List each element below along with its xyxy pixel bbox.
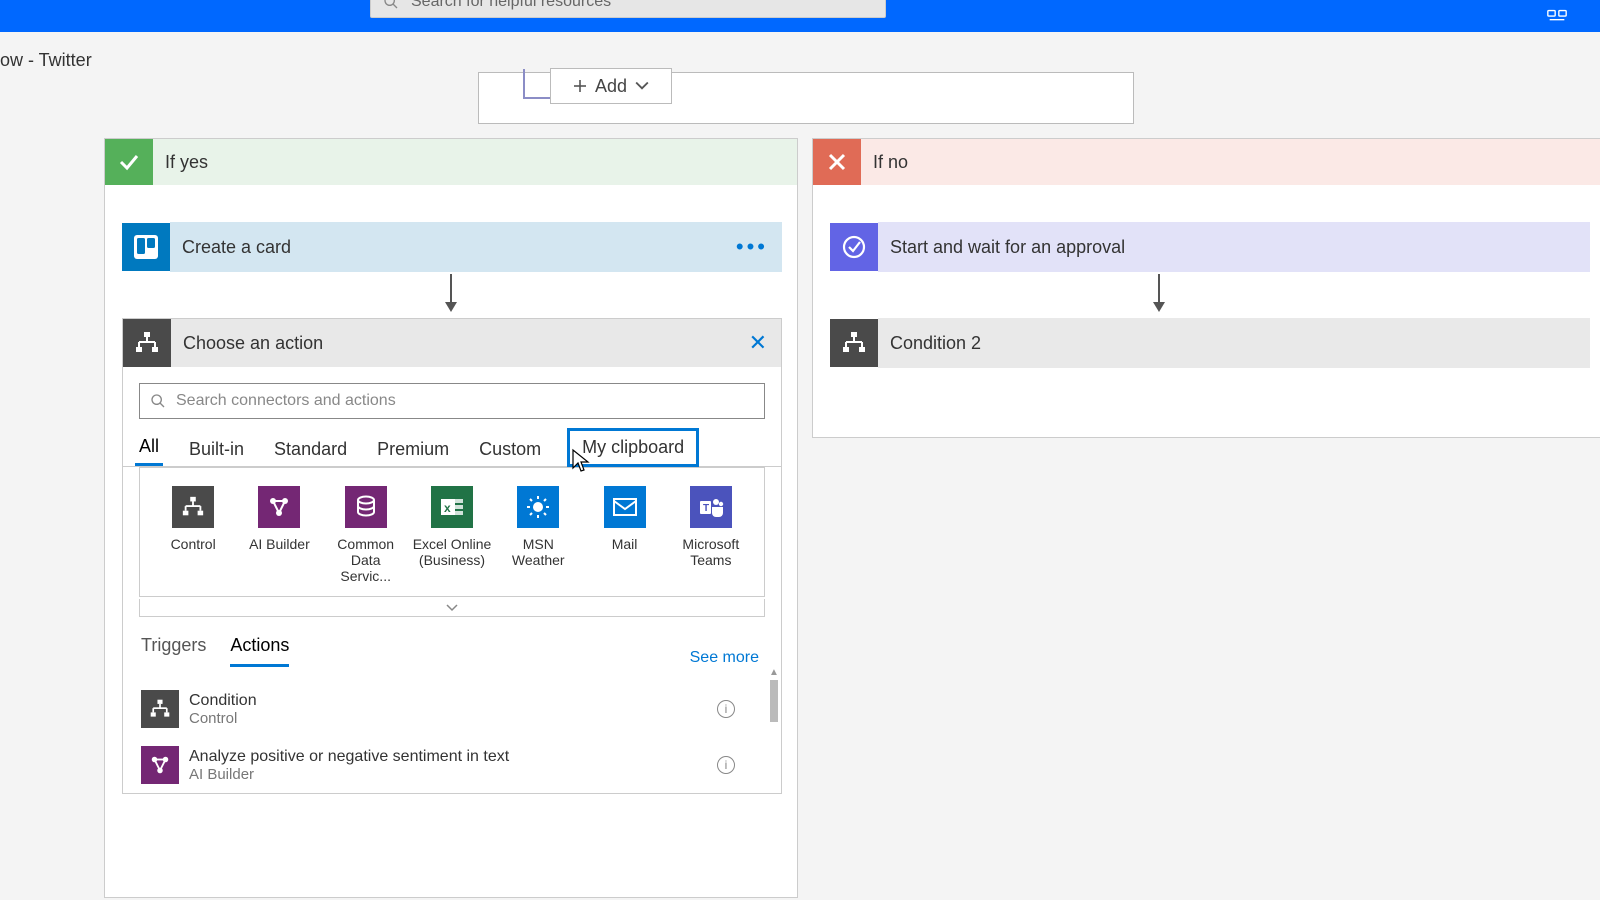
if-no-title: If no bbox=[873, 152, 908, 173]
breadcrumb: ow - Twitter bbox=[0, 50, 92, 71]
card-menu-button[interactable]: ••• bbox=[736, 234, 768, 260]
action-title: Condition bbox=[189, 692, 257, 710]
action-item-sentiment[interactable]: Analyze positive or negative sentiment i… bbox=[141, 737, 763, 793]
svg-text:T: T bbox=[703, 503, 709, 514]
create-card-label: Create a card bbox=[182, 237, 291, 258]
condition2-action[interactable]: Condition 2 bbox=[830, 318, 1590, 368]
expand-connectors-button[interactable] bbox=[139, 599, 765, 617]
choose-action-panel: Choose an action ✕ Search connectors and… bbox=[122, 318, 782, 794]
approval-icon bbox=[830, 223, 878, 271]
search-icon bbox=[150, 393, 166, 409]
scroll-up-icon[interactable]: ▲ bbox=[767, 667, 781, 678]
connector-control[interactable]: Control bbox=[152, 486, 234, 584]
global-search[interactable]: Search for helpful resources bbox=[370, 0, 886, 18]
tab-custom[interactable]: Custom bbox=[475, 433, 545, 466]
flow-arrow-icon bbox=[1158, 274, 1160, 310]
weather-icon bbox=[517, 486, 559, 528]
action-subtitle: AI Builder bbox=[189, 766, 509, 783]
connector-teams[interactable]: T Microsoft Teams bbox=[670, 486, 752, 584]
action-search-placeholder: Search connectors and actions bbox=[176, 392, 396, 410]
check-icon bbox=[105, 139, 153, 185]
create-card-action[interactable]: Create a card ••• bbox=[122, 222, 782, 272]
trello-icon bbox=[122, 223, 170, 271]
choose-action-header: Choose an action ✕ bbox=[123, 319, 781, 367]
ai-builder-icon bbox=[141, 746, 179, 784]
action-subtitle: Control bbox=[189, 710, 257, 727]
tab-actions[interactable]: Actions bbox=[230, 635, 289, 667]
tab-premium[interactable]: Premium bbox=[373, 433, 453, 466]
chevron-down-icon bbox=[446, 604, 458, 612]
connector-mail[interactable]: Mail bbox=[584, 486, 666, 584]
search-icon bbox=[383, 0, 399, 10]
connector-label: Excel Online (Business) bbox=[411, 536, 493, 568]
tab-all[interactable]: All bbox=[135, 430, 163, 466]
chevron-down-icon bbox=[635, 79, 649, 93]
action-search-input[interactable]: Search connectors and actions bbox=[139, 383, 765, 419]
approval-action[interactable]: Start and wait for an approval bbox=[830, 222, 1590, 272]
connector-tabs: All Built-in Standard Premium Custom My … bbox=[123, 419, 781, 467]
connector-excel[interactable]: x Excel Online (Business) bbox=[411, 486, 493, 584]
flow-arrow-icon bbox=[450, 274, 452, 310]
triggers-actions-tabs: Triggers Actions bbox=[141, 635, 289, 667]
info-icon[interactable]: i bbox=[717, 756, 735, 774]
ai-builder-icon bbox=[258, 486, 300, 528]
close-icon[interactable]: ✕ bbox=[749, 330, 767, 356]
if-no-branch: If no bbox=[812, 138, 1600, 438]
connector-label: AI Builder bbox=[249, 536, 310, 552]
if-yes-header: If yes bbox=[105, 139, 797, 185]
if-yes-title: If yes bbox=[165, 152, 208, 173]
approval-label: Start and wait for an approval bbox=[890, 237, 1125, 258]
mail-icon bbox=[604, 486, 646, 528]
control-icon bbox=[830, 319, 878, 367]
add-button-label: Add bbox=[595, 76, 627, 97]
connector-label: Microsoft Teams bbox=[670, 536, 752, 568]
x-icon bbox=[813, 139, 861, 185]
tab-standard[interactable]: Standard bbox=[270, 433, 351, 466]
branch-connector-icon bbox=[523, 69, 553, 99]
connector-label: Common Data Servic... bbox=[325, 536, 407, 584]
action-item-condition[interactable]: Condition Control i bbox=[141, 681, 763, 737]
control-icon bbox=[172, 486, 214, 528]
connector-label: MSN Weather bbox=[497, 536, 579, 568]
control-icon bbox=[123, 319, 171, 367]
teams-icon: T bbox=[690, 486, 732, 528]
tab-builtin[interactable]: Built-in bbox=[185, 433, 248, 466]
connector-grid: Control AI Builder Common Data Servic...… bbox=[139, 467, 765, 597]
database-icon bbox=[345, 486, 387, 528]
header-icon[interactable] bbox=[1546, 6, 1568, 26]
connector-label: Mail bbox=[612, 536, 638, 552]
action-list: ▲ Condition Control i Analyze positive o… bbox=[123, 667, 781, 793]
action-title: Analyze positive or negative sentiment i… bbox=[189, 748, 509, 766]
choose-action-title: Choose an action bbox=[183, 333, 323, 354]
connector-ai-builder[interactable]: AI Builder bbox=[238, 486, 320, 584]
control-icon bbox=[141, 690, 179, 728]
scroll-thumb[interactable] bbox=[770, 680, 778, 722]
plus-icon bbox=[573, 79, 587, 93]
see-more-link[interactable]: See more bbox=[690, 649, 759, 667]
app-top-bar: Search for helpful resources bbox=[0, 0, 1600, 32]
tab-my-clipboard[interactable]: My clipboard bbox=[567, 428, 699, 467]
connector-cds[interactable]: Common Data Servic... bbox=[325, 486, 407, 584]
global-search-placeholder: Search for helpful resources bbox=[411, 0, 611, 11]
connector-msn-weather[interactable]: MSN Weather bbox=[497, 486, 579, 584]
svg-text:x: x bbox=[444, 501, 451, 515]
condition2-label: Condition 2 bbox=[890, 333, 981, 354]
tab-triggers[interactable]: Triggers bbox=[141, 635, 206, 667]
add-button[interactable]: Add bbox=[550, 68, 672, 104]
excel-icon: x bbox=[431, 486, 473, 528]
if-no-header: If no bbox=[813, 139, 1600, 185]
connector-label: Control bbox=[171, 536, 216, 552]
scrollbar[interactable]: ▲ bbox=[767, 667, 781, 787]
info-icon[interactable]: i bbox=[717, 700, 735, 718]
